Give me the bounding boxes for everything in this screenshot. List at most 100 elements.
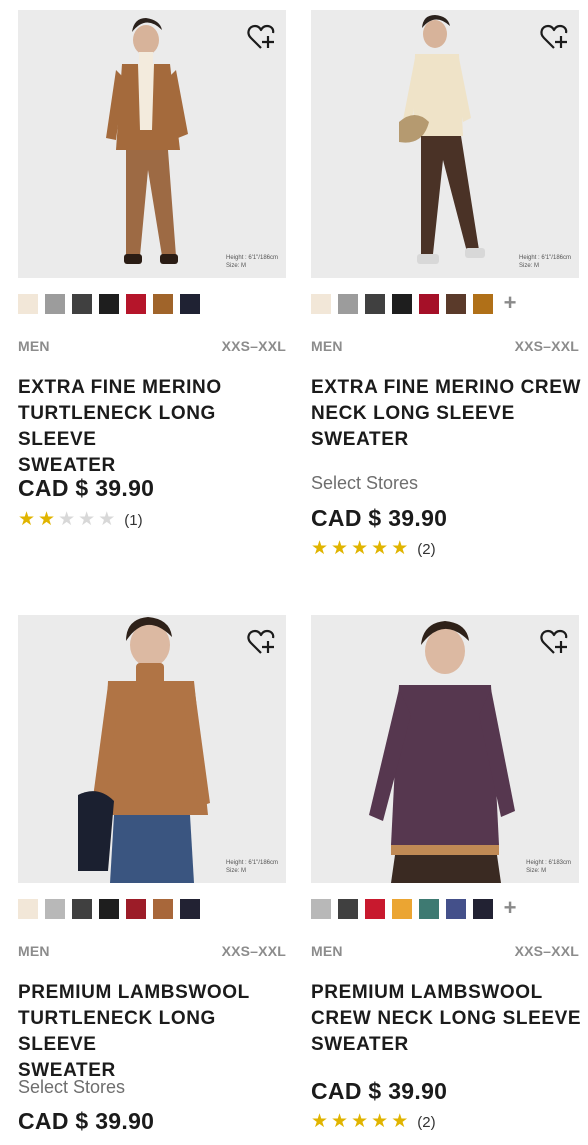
heart-plus-icon[interactable] [539, 22, 569, 52]
product-meta: MEN XXS–XXL [311, 338, 579, 356]
title-line: EXTRA FINE MERINO [18, 377, 222, 398]
title-line: TURTLENECK LONG SLEEVE [18, 403, 216, 450]
star-icon: ★ [391, 1111, 409, 1132]
color-swatches [18, 294, 200, 314]
color-swatch[interactable] [126, 899, 146, 919]
product-price: CAD $ 39.90 [311, 1078, 448, 1104]
product-price: CAD $ 39.90 [311, 505, 448, 531]
color-swatch[interactable] [153, 294, 173, 314]
model-size-note: Height : 6'1"/186cm Size: M [226, 254, 278, 270]
model-height: Height : 6'1"/186cm [519, 255, 571, 261]
star-icon: ★ [351, 538, 369, 559]
color-swatch[interactable] [18, 294, 38, 314]
star-icon: ★ [98, 509, 116, 530]
color-swatch[interactable] [419, 899, 439, 919]
title-line: EXTRA FINE MERINO CREW [311, 377, 582, 398]
heart-plus-icon[interactable] [246, 627, 276, 657]
gender-label: MEN [311, 338, 343, 354]
color-swatch[interactable] [45, 899, 65, 919]
star-icon: ★ [331, 1111, 349, 1132]
size-range: XXS–XXL [221, 943, 286, 959]
color-swatch[interactable] [45, 294, 65, 314]
color-swatch[interactable] [153, 899, 173, 919]
color-swatch[interactable] [180, 294, 200, 314]
color-swatch[interactable] [392, 899, 412, 919]
color-swatch[interactable] [392, 294, 412, 314]
size-range: XXS–XXL [221, 338, 286, 354]
title-line: PREMIUM LAMBSWOOL [311, 982, 543, 1003]
star-icon: ★ [371, 538, 389, 559]
star-rating[interactable]: ★ ★ ★ ★ ★ (2) [311, 539, 436, 559]
product-price: CAD $ 39.90 [18, 475, 155, 501]
color-swatch[interactable] [365, 899, 385, 919]
star-icon: ★ [78, 509, 96, 530]
select-stores-label: Select Stores [311, 473, 419, 493]
review-count[interactable]: (2) [417, 1114, 435, 1131]
color-swatch[interactable] [365, 294, 385, 314]
plus-icon[interactable]: + [500, 897, 520, 919]
gender-label: MEN [18, 943, 50, 959]
color-swatch[interactable] [419, 294, 439, 314]
color-swatch[interactable] [72, 294, 92, 314]
color-swatches: + [311, 897, 520, 919]
product-title[interactable]: PREMIUM LAMBSWOOL TURTLENECK LONG SLEEVE… [18, 980, 290, 1084]
product-title[interactable]: EXTRA FINE MERINO CREW NECK LONG SLEEVE … [311, 375, 583, 453]
review-count[interactable]: (2) [417, 541, 435, 558]
color-swatch[interactable] [72, 899, 92, 919]
color-swatch[interactable] [99, 294, 119, 314]
product-image[interactable]: Height : 6'183cm Size: M [311, 615, 579, 883]
model-height: Height : 6'1"/186cm [226, 860, 278, 866]
star-icon: ★ [351, 1111, 369, 1132]
color-swatch[interactable] [311, 294, 331, 314]
title-line: PREMIUM LAMBSWOOL [18, 982, 250, 1003]
size-range: XXS–XXL [514, 338, 579, 354]
gender-label: MEN [18, 338, 50, 354]
star-icon: ★ [58, 509, 76, 530]
color-swatch[interactable] [126, 294, 146, 314]
model-size: Size: M [526, 868, 547, 874]
color-swatch[interactable] [473, 294, 493, 314]
star-icon: ★ [38, 509, 56, 530]
star-icon: ★ [371, 1111, 389, 1132]
color-swatch[interactable] [338, 899, 358, 919]
review-count[interactable]: (1) [124, 512, 142, 529]
model-size: Size: M [226, 263, 247, 269]
color-swatch[interactable] [311, 899, 331, 919]
product-price: CAD $ 39.90 [18, 1108, 155, 1134]
heart-plus-icon[interactable] [246, 22, 276, 52]
product-title[interactable]: PREMIUM LAMBSWOOL CREW NECK LONG SLEEVE … [311, 980, 583, 1058]
gender-label: MEN [311, 943, 343, 959]
title-line: SWEATER [311, 429, 409, 450]
title-line: CREW NECK LONG SLEEVE [311, 1008, 582, 1029]
star-icon: ★ [331, 538, 349, 559]
model-height: Height : 6'1"/186cm [226, 255, 278, 261]
plus-icon[interactable]: + [500, 292, 520, 314]
product-title[interactable]: EXTRA FINE MERINO TURTLENECK LONG SLEEVE… [18, 375, 290, 479]
color-swatch[interactable] [473, 899, 493, 919]
star-rating[interactable]: ★ ★ ★ ★ ★ (2) [311, 1112, 436, 1132]
star-icon: ★ [311, 538, 329, 559]
color-swatches [18, 899, 200, 919]
star-rating[interactable]: ★ ★ ★ ★ ★ (1) [18, 510, 143, 530]
model-size-note: Height : 6'1"/186cm Size: M [226, 859, 278, 875]
model-height: Height : 6'183cm [526, 860, 571, 866]
size-range: XXS–XXL [514, 943, 579, 959]
product-image[interactable]: Height : 6'1"/186cm Size: M [311, 10, 579, 278]
color-swatch[interactable] [180, 899, 200, 919]
product-image[interactable]: Height : 6'1"/186cm Size: M [18, 10, 286, 278]
color-swatch[interactable] [99, 899, 119, 919]
product-meta: MEN XXS–XXL [18, 943, 286, 961]
title-line: NECK LONG SLEEVE [311, 403, 515, 424]
heart-plus-icon[interactable] [539, 627, 569, 657]
color-swatch[interactable] [18, 899, 38, 919]
color-swatch[interactable] [446, 294, 466, 314]
product-image[interactable]: Height : 6'1"/186cm Size: M [18, 615, 286, 883]
model-size-note: Height : 6'183cm Size: M [526, 859, 571, 875]
star-icon: ★ [391, 538, 409, 559]
model-size: Size: M [519, 263, 540, 269]
color-swatch[interactable] [338, 294, 358, 314]
color-swatch[interactable] [446, 899, 466, 919]
model-size: Size: M [226, 868, 247, 874]
star-icon: ★ [311, 1111, 329, 1132]
title-line: SWEATER [311, 1034, 409, 1055]
